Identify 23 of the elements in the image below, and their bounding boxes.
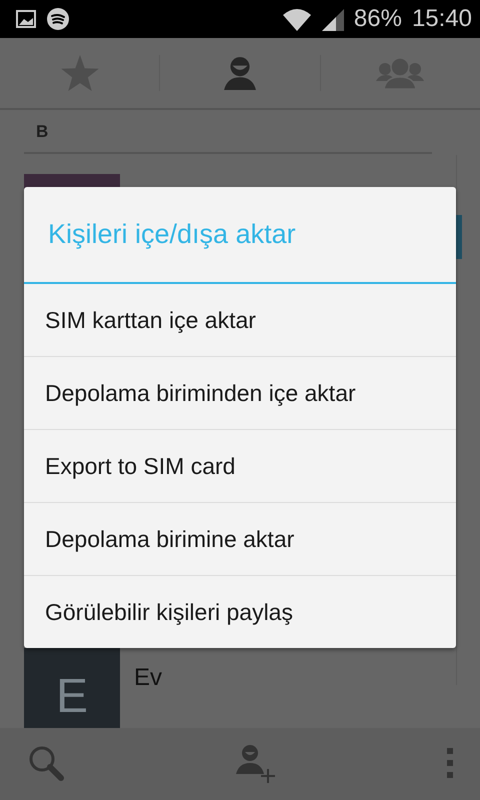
menu-item[interactable]: Depolama biriminden içe aktar (24, 357, 456, 430)
clock: 15:40 (412, 5, 472, 33)
signal-icon (322, 7, 344, 31)
menu-item[interactable]: Export to SIM card (24, 430, 456, 503)
add-person-icon (235, 744, 277, 784)
person-icon (222, 56, 257, 90)
search-button[interactable] (28, 745, 66, 783)
more-options-button[interactable] (446, 748, 454, 780)
menu-item[interactable]: Görülebilir kişileri paylaş (24, 576, 456, 648)
battery-percent: 86% (354, 5, 402, 33)
music-app-icon (46, 7, 70, 31)
star-icon (60, 55, 99, 91)
section-header: B (24, 110, 432, 154)
group-icon (376, 56, 424, 90)
dialog-title: Kişileri içe/dışa aktar (24, 187, 456, 284)
search-icon (28, 745, 66, 783)
wifi-icon (282, 7, 312, 31)
add-contact-button[interactable] (235, 744, 277, 784)
overflow-menu-icon (446, 748, 454, 780)
avatar-letter: E (56, 668, 88, 724)
menu-item[interactable]: Depolama birimine aktar (24, 503, 456, 576)
menu-item[interactable]: SIM karttan içe aktar (24, 284, 456, 357)
image-icon (16, 10, 36, 28)
